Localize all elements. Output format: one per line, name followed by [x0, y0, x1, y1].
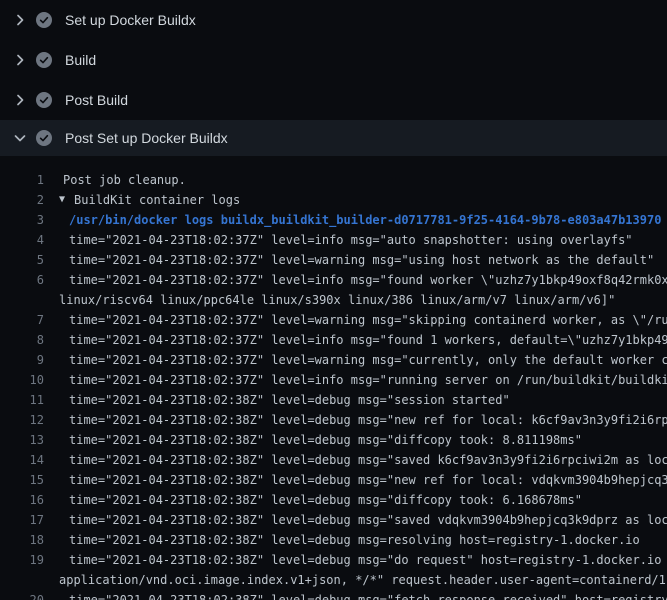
chevron-right-icon — [12, 52, 28, 68]
log-line-number — [0, 570, 44, 590]
step-row-post-build[interactable]: Post Build — [0, 80, 667, 120]
log-line-number[interactable]: 1 — [0, 170, 44, 190]
log-line-text: time="2021-04-23T18:02:37Z" level=warnin… — [44, 350, 667, 370]
log-line-text: time="2021-04-23T18:02:37Z" level=info m… — [44, 230, 633, 250]
log-line: 10 time="2021-04-23T18:02:37Z" level=inf… — [0, 370, 667, 390]
log-line: 1 Post job cleanup. — [0, 170, 667, 190]
log-line: 18 time="2021-04-23T18:02:38Z" level=deb… — [0, 530, 667, 550]
log-line-number[interactable]: 10 — [0, 370, 44, 390]
log-line: 7 time="2021-04-23T18:02:37Z" level=warn… — [0, 310, 667, 330]
log-line-number[interactable]: 8 — [0, 330, 44, 350]
log-line: 20 time="2021-04-23T18:02:38Z" level=deb… — [0, 590, 667, 600]
log-line: 15 time="2021-04-23T18:02:38Z" level=deb… — [0, 470, 667, 490]
log-line-wrap: linux/riscv64 linux/ppc64le linux/s390x … — [0, 290, 667, 310]
log-line-text: time="2021-04-23T18:02:38Z" level=debug … — [44, 410, 667, 430]
log-line: 17 time="2021-04-23T18:02:38Z" level=deb… — [0, 510, 667, 530]
check-circle-icon — [36, 130, 52, 146]
log-line-number[interactable]: 13 — [0, 430, 44, 450]
log-line: 6 time="2021-04-23T18:02:37Z" level=info… — [0, 270, 667, 290]
log-line-text: time="2021-04-23T18:02:37Z" level=warnin… — [44, 250, 654, 270]
log-line-text: time="2021-04-23T18:02:38Z" level=debug … — [44, 510, 667, 530]
log-line-wrap: application/vnd.oci.image.index.v1+json,… — [0, 570, 667, 590]
log-line-number[interactable]: 18 — [0, 530, 44, 550]
log-line-number[interactable]: 3 — [0, 210, 44, 230]
chevron-right-icon — [12, 92, 28, 108]
log-line-number[interactable]: 6 — [0, 270, 44, 290]
log-line: 3 /usr/bin/docker logs buildx_buildkit_b… — [0, 210, 667, 230]
log-line-number[interactable]: 15 — [0, 470, 44, 490]
log-line-text: time="2021-04-23T18:02:38Z" level=debug … — [44, 590, 667, 600]
log-line-text: time="2021-04-23T18:02:38Z" level=debug … — [44, 490, 582, 510]
log-line: 12 time="2021-04-23T18:02:38Z" level=deb… — [0, 410, 667, 430]
log-line: 19 time="2021-04-23T18:02:38Z" level=deb… — [0, 550, 667, 570]
log-line: 13 time="2021-04-23T18:02:38Z" level=deb… — [0, 430, 667, 450]
log-line-text: time="2021-04-23T18:02:38Z" level=debug … — [44, 530, 640, 550]
log-line-number[interactable]: 7 — [0, 310, 44, 330]
log-command-text: /usr/bin/docker logs buildx_buildkit_bui… — [44, 210, 661, 230]
log-line-number[interactable]: 20 — [0, 590, 44, 600]
log-line-number[interactable]: 12 — [0, 410, 44, 430]
step-row-build[interactable]: Build — [0, 40, 667, 80]
log-line-number[interactable]: 5 — [0, 250, 44, 270]
log-line: 9 time="2021-04-23T18:02:37Z" level=warn… — [0, 350, 667, 370]
step-row-setup-docker-buildx[interactable]: Set up Docker Buildx — [0, 0, 667, 40]
log-line-text: time="2021-04-23T18:02:38Z" level=debug … — [44, 550, 667, 570]
step-label: Set up Docker Buildx — [65, 12, 196, 28]
log-output: 1 Post job cleanup. 2 ▼ BuildKit contain… — [0, 156, 667, 600]
log-line: 11 time="2021-04-23T18:02:38Z" level=deb… — [0, 390, 667, 410]
step-label: Build — [65, 52, 96, 68]
log-line: 8 time="2021-04-23T18:02:37Z" level=info… — [0, 330, 667, 350]
log-group-label[interactable]: BuildKit container logs — [65, 190, 240, 210]
log-line-number[interactable]: 17 — [0, 510, 44, 530]
group-caret-icon[interactable]: ▼ — [44, 190, 65, 210]
log-line: 4 time="2021-04-23T18:02:37Z" level=info… — [0, 230, 667, 250]
log-line-number[interactable]: 19 — [0, 550, 44, 570]
log-line-number[interactable]: 2 — [0, 190, 44, 210]
log-line-text: time="2021-04-23T18:02:37Z" level=info m… — [44, 330, 667, 350]
check-circle-icon — [36, 52, 52, 68]
log-line-number[interactable]: 4 — [0, 230, 44, 250]
step-list: Set up Docker Buildx Build Post Build Po… — [0, 0, 667, 156]
log-line-text: time="2021-04-23T18:02:37Z" level=info m… — [44, 270, 667, 290]
log-line-text: time="2021-04-23T18:02:38Z" level=debug … — [44, 430, 582, 450]
log-line-text: time="2021-04-23T18:02:38Z" level=debug … — [44, 450, 667, 470]
step-row-post-setup-docker-buildx[interactable]: Post Set up Docker Buildx — [0, 120, 667, 156]
log-line: 5 time="2021-04-23T18:02:37Z" level=warn… — [0, 250, 667, 270]
log-line-text: Post job cleanup. — [44, 170, 186, 190]
log-line-text: application/vnd.oci.image.index.v1+json,… — [44, 570, 667, 590]
log-line-number — [0, 290, 44, 310]
log-line-text: time="2021-04-23T18:02:38Z" level=debug … — [44, 470, 667, 490]
log-line: 16 time="2021-04-23T18:02:38Z" level=deb… — [0, 490, 667, 510]
check-circle-icon — [36, 12, 52, 28]
log-line: 14 time="2021-04-23T18:02:38Z" level=deb… — [0, 450, 667, 470]
log-line-number[interactable]: 9 — [0, 350, 44, 370]
chevron-right-icon — [12, 12, 28, 28]
log-line-number[interactable]: 11 — [0, 390, 44, 410]
log-line-number[interactable]: 16 — [0, 490, 44, 510]
log-line-number[interactable]: 14 — [0, 450, 44, 470]
step-label: Post Build — [65, 92, 128, 108]
log-line-text: time="2021-04-23T18:02:38Z" level=debug … — [44, 390, 510, 410]
log-line-text: linux/riscv64 linux/ppc64le linux/s390x … — [44, 290, 615, 310]
step-label: Post Set up Docker Buildx — [65, 130, 228, 146]
log-group-line: 2 ▼ BuildKit container logs — [0, 190, 667, 210]
log-line-text: time="2021-04-23T18:02:37Z" level=info m… — [44, 370, 667, 390]
log-line-text: time="2021-04-23T18:02:37Z" level=warnin… — [44, 310, 667, 330]
chevron-down-icon — [12, 130, 28, 146]
check-circle-icon — [36, 92, 52, 108]
